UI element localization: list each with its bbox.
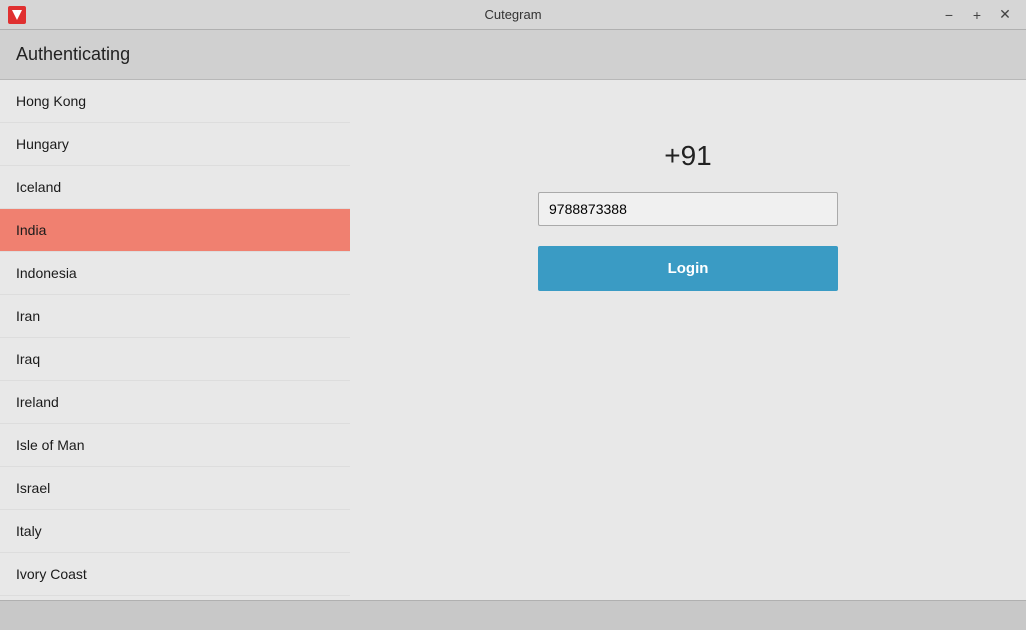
right-panel: +91 Login — [350, 80, 1026, 600]
country-item[interactable]: India — [0, 209, 350, 252]
app-icon — [8, 6, 26, 24]
country-item[interactable]: Israel — [0, 467, 350, 510]
app-icon-inner — [12, 10, 22, 20]
minimize-button[interactable]: − — [936, 5, 962, 25]
country-item[interactable]: Ivory Coast — [0, 553, 350, 596]
country-code: +91 — [664, 140, 712, 172]
close-button[interactable]: ✕ — [992, 5, 1018, 25]
country-item[interactable]: Isle of Man — [0, 424, 350, 467]
title-bar-left — [8, 6, 26, 24]
maximize-button[interactable]: + — [964, 5, 990, 25]
login-button[interactable]: Login — [538, 246, 838, 291]
country-item[interactable]: Ireland — [0, 381, 350, 424]
country-item[interactable]: Hungary — [0, 123, 350, 166]
bottom-bar — [0, 600, 1026, 630]
auth-header: Authenticating — [0, 30, 1026, 80]
window-title: Cutegram — [484, 7, 541, 22]
title-bar: Cutegram − + ✕ — [0, 0, 1026, 30]
title-bar-controls: − + ✕ — [936, 5, 1018, 25]
country-item[interactable]: Iceland — [0, 166, 350, 209]
country-item[interactable]: Iran — [0, 295, 350, 338]
app-body: Authenticating Hong KongHungaryIcelandIn… — [0, 30, 1026, 600]
country-item[interactable]: Hong Kong — [0, 80, 350, 123]
country-list[interactable]: Hong KongHungaryIcelandIndiaIndonesiaIra… — [0, 80, 350, 600]
country-item[interactable]: Italy — [0, 510, 350, 553]
country-item[interactable]: Iraq — [0, 338, 350, 381]
main-content: Hong KongHungaryIcelandIndiaIndonesiaIra… — [0, 80, 1026, 600]
country-item[interactable]: Indonesia — [0, 252, 350, 295]
phone-input[interactable] — [538, 192, 838, 226]
